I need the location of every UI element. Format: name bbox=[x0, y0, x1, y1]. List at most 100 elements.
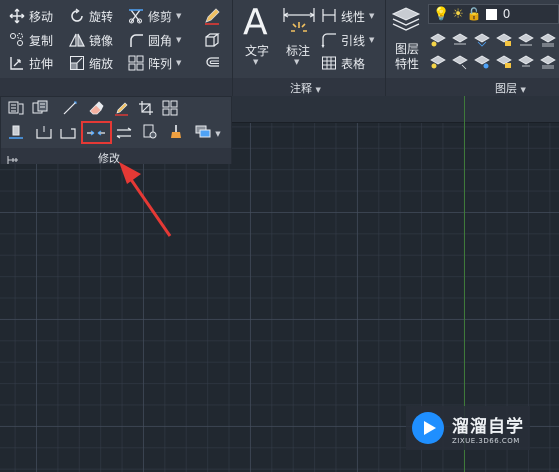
trim-icon bbox=[127, 7, 145, 25]
dimension-dropdown-caret[interactable]: ▼ bbox=[294, 58, 299, 66]
table-icon bbox=[320, 54, 338, 72]
layer-properties-label[interactable]: 图层 特性 bbox=[391, 42, 423, 72]
watermark-name: 溜溜自学 bbox=[452, 416, 524, 437]
linear-dimension-icon bbox=[320, 7, 338, 25]
text-button-label[interactable]: 文字 bbox=[243, 42, 271, 59]
grid-dots-icon bbox=[162, 100, 178, 120]
stretch-icon bbox=[8, 54, 26, 72]
scale-icon bbox=[68, 54, 86, 72]
diagonal-line-icon bbox=[62, 100, 78, 120]
leader-dropdown-caret[interactable]: ▼ bbox=[369, 36, 374, 44]
panel-separator bbox=[385, 0, 386, 96]
array-button[interactable]: 阵列 ▼ bbox=[127, 53, 181, 73]
annotation-title-text: 注释 bbox=[290, 82, 312, 95]
fillet-dropdown-caret[interactable]: ▼ bbox=[176, 36, 181, 44]
scale-label: 缩放 bbox=[89, 56, 114, 71]
break-icon bbox=[59, 124, 77, 144]
trim-dropdown-caret[interactable]: ▼ bbox=[176, 12, 181, 20]
edit-attribute-tool[interactable] bbox=[29, 100, 51, 120]
layer-tool-icons bbox=[430, 33, 556, 70]
trim-label: 修剪 bbox=[148, 9, 173, 24]
move-label: 移动 bbox=[29, 9, 54, 24]
rotate-icon bbox=[68, 7, 86, 25]
stretch-button[interactable]: 拉伸 bbox=[8, 53, 53, 73]
trim-button[interactable]: 修剪 ▼ bbox=[127, 6, 181, 26]
match-properties-tool[interactable] bbox=[165, 124, 187, 144]
fillet-icon bbox=[127, 31, 145, 49]
arrange-dropdown-caret[interactable]: ▼ bbox=[215, 130, 220, 138]
layers-expand-caret[interactable]: ▼ bbox=[521, 86, 526, 94]
fillet-label: 圆角 bbox=[148, 33, 173, 48]
break-at-point-tool[interactable] bbox=[33, 124, 55, 144]
modify-panel-label-bar bbox=[0, 78, 232, 96]
copy-label: 复制 bbox=[29, 33, 54, 48]
brush-icon bbox=[168, 124, 184, 144]
erase-tool[interactable] bbox=[85, 100, 107, 120]
leader-label: 引线 bbox=[341, 33, 366, 48]
crop-frame-icon bbox=[138, 100, 154, 120]
text-dropdown-caret[interactable]: ▼ bbox=[253, 58, 258, 66]
leader-icon bbox=[320, 31, 338, 49]
ribbon: 移动 旋转 修剪 ▼ 复制 镜像 圆角 ▼ 拉伸 缩放 阵列 ▼ A 文字 ▼ … bbox=[0, 0, 559, 96]
dimension-icon[interactable] bbox=[282, 6, 316, 38]
layer-color-swatch bbox=[485, 8, 497, 20]
layer-properties-label-line2: 特性 bbox=[394, 57, 419, 71]
table-button[interactable]: 表格 bbox=[320, 53, 365, 73]
linear-dimension-button[interactable]: 线性 ▼ bbox=[320, 6, 374, 26]
move-button[interactable]: 移动 bbox=[8, 6, 53, 26]
sun-icon: ☀ bbox=[452, 6, 464, 22]
dimension-button-label[interactable]: 标注 bbox=[284, 42, 312, 59]
linear-label: 线性 bbox=[341, 9, 366, 24]
array-icon bbox=[127, 54, 145, 72]
draw-order-tool[interactable] bbox=[5, 124, 27, 144]
copy-icon bbox=[8, 31, 26, 49]
lengthen-tool[interactable] bbox=[59, 100, 81, 120]
erase-button[interactable] bbox=[203, 6, 224, 26]
panel-separator bbox=[232, 0, 233, 96]
cube-icon bbox=[203, 31, 221, 49]
array-label: 阵列 bbox=[148, 56, 173, 71]
layers-panel-title[interactable]: 图层 ▼ bbox=[495, 80, 526, 96]
lock-icon: 🔓 bbox=[466, 7, 482, 21]
arrange-dropdown[interactable]: ▼ bbox=[193, 124, 223, 144]
watermark-url: ZIXUE.3D66.COM bbox=[452, 436, 520, 445]
annotation-expand-caret[interactable]: ▼ bbox=[316, 86, 321, 94]
layers-panel-label-bar[interactable] bbox=[386, 78, 559, 96]
leader-button[interactable]: 引线 ▼ bbox=[320, 30, 374, 50]
current-layer-name: 0 bbox=[502, 7, 511, 21]
table-label: 表格 bbox=[341, 56, 366, 71]
rotate-button[interactable]: 旋转 bbox=[68, 6, 113, 26]
break-tool-2[interactable] bbox=[57, 124, 79, 144]
eraser-icon bbox=[88, 100, 104, 120]
reverse-arrows-icon bbox=[115, 125, 133, 144]
mirror-button[interactable]: 镜像 bbox=[68, 30, 113, 50]
fillet-button[interactable]: 圆角 ▼ bbox=[127, 30, 181, 50]
copy-button[interactable]: 复制 bbox=[8, 30, 53, 50]
offset-button[interactable] bbox=[203, 53, 224, 73]
linear-dropdown-caret[interactable]: ▼ bbox=[369, 12, 374, 20]
annotation-panel-title[interactable]: 注释 ▼ bbox=[290, 80, 321, 96]
offset-icon bbox=[203, 54, 221, 72]
watermark: 溜溜自学 ZIXUE.3D66.COM bbox=[406, 406, 530, 450]
pencil-icon bbox=[203, 7, 221, 25]
break-tool[interactable] bbox=[111, 100, 133, 120]
join-tool[interactable] bbox=[5, 100, 27, 120]
highlight-box-join bbox=[81, 121, 112, 144]
rotate-label: 旋转 bbox=[89, 9, 114, 24]
change-space-tool[interactable] bbox=[135, 100, 157, 120]
array-dropdown-caret[interactable]: ▼ bbox=[176, 59, 181, 67]
red-pointer-arrow bbox=[119, 162, 172, 237]
multiline-edit-icon bbox=[8, 100, 24, 120]
stretch-label: 拉伸 bbox=[29, 56, 54, 71]
copy-properties-tool[interactable] bbox=[139, 124, 161, 144]
document-gear-icon bbox=[142, 124, 158, 144]
layer-dropdown[interactable]: 💡 ☀ 🔓 0 bbox=[428, 4, 559, 24]
text-icon[interactable]: A bbox=[243, 2, 268, 43]
pin-icon[interactable] bbox=[7, 150, 19, 164]
layer-properties-icon[interactable] bbox=[391, 4, 421, 34]
scale-button[interactable]: 缩放 bbox=[68, 53, 113, 73]
reverse-tool[interactable] bbox=[113, 124, 135, 144]
region-button[interactable] bbox=[203, 30, 224, 50]
group-tool[interactable] bbox=[159, 100, 181, 120]
mirror-icon bbox=[68, 31, 86, 49]
